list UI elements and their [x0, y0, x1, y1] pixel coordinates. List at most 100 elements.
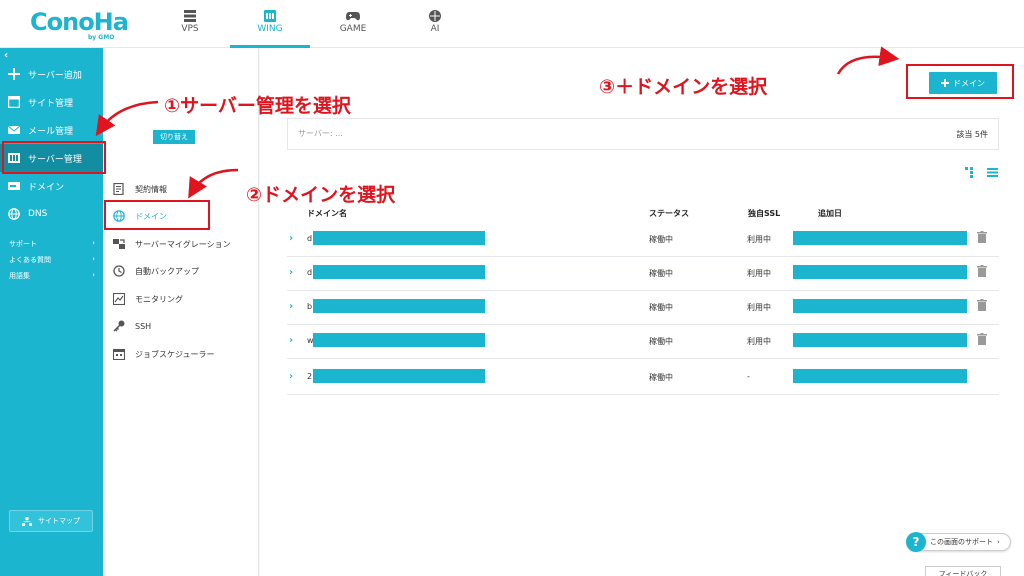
tab-vps[interactable]: VPS [150, 0, 230, 48]
plus-icon [8, 68, 20, 80]
sidebar-item-dns[interactable]: DNS [0, 200, 103, 228]
sitemap-label: サイトマップ [38, 517, 80, 525]
tree-view-icon[interactable] [965, 167, 973, 178]
ssl-cell: 利用中 [747, 337, 771, 346]
switch-server-button[interactable]: 切り替え [153, 130, 195, 144]
sidebar-item-add-server[interactable]: サーバー追加 [0, 60, 103, 88]
list-view-icon[interactable] [987, 168, 998, 177]
result-count: 該当 5件 [956, 130, 988, 139]
highlight-subnav-domain [104, 200, 210, 230]
ssl-cell: - [747, 372, 750, 381]
ssl-cell: 利用中 [747, 303, 771, 312]
subnav-item-monitoring[interactable]: モニタリング [113, 288, 253, 310]
monitoring-icon [113, 293, 125, 305]
tab-wing-label: WING [257, 24, 283, 34]
site-icon [8, 96, 20, 108]
subnav-item-label: 契約情報 [135, 184, 167, 194]
subnav-item-ssh[interactable]: SSH [113, 315, 253, 337]
chevron-right-icon: › [92, 239, 95, 247]
ai-brain-icon [429, 10, 441, 22]
sidebar-item-label: サーバー追加 [28, 70, 82, 81]
sidebar-link-support[interactable]: サポート › [9, 239, 95, 249]
expand-chevron-icon[interactable]: › [289, 335, 293, 346]
table-row[interactable]: › d 稼働中 利用中 [287, 223, 999, 257]
left-sidebar: ‹ サーバー追加 サイト管理 メール管理 サーバー管理 ドメイン DNS サポー… [0, 48, 103, 576]
page-support-button[interactable]: ? この画面のサポート › [906, 532, 1011, 552]
sidebar-link-faq[interactable]: よくある質問 › [9, 255, 95, 265]
sidebar-item-site-manage[interactable]: サイト管理 [0, 88, 103, 116]
status-cell: 稼働中 [649, 269, 673, 278]
tab-ai-label: AI [430, 24, 440, 34]
backup-icon [113, 265, 125, 277]
logo-sub: by GMO [88, 34, 115, 41]
tab-vps-label: VPS [181, 24, 199, 34]
tab-game-label: GAME [339, 24, 367, 34]
subnav-item-label: ジョブスケジューラー [135, 349, 215, 359]
chevron-right-icon: › [997, 538, 1000, 546]
trash-icon[interactable] [977, 265, 987, 277]
highlight-add-domain [906, 64, 1014, 99]
logo-text: ConoHa [30, 8, 129, 36]
redacted-date [793, 333, 967, 347]
expand-chevron-icon[interactable]: › [289, 371, 293, 382]
table-row[interactable]: › d 稼働中 利用中 [287, 257, 999, 291]
table-row[interactable]: › 2 稼働中 - [287, 361, 999, 395]
support-label: この画面のサポート [930, 538, 993, 546]
wing-icon [264, 10, 276, 22]
scheduler-icon [113, 348, 125, 360]
tab-game[interactable]: GAME [313, 0, 393, 48]
domain-icon [8, 182, 20, 190]
column-header-status[interactable]: ステータス [649, 208, 689, 219]
column-header-added-date[interactable]: 追加日 [818, 208, 842, 219]
server-filter-bar[interactable]: サーバー: ... 該当 5件 [287, 118, 999, 150]
trash-icon[interactable] [977, 333, 987, 345]
column-header-ssl[interactable]: 独自SSL [748, 208, 780, 219]
key-icon [113, 320, 125, 332]
trash-icon[interactable] [977, 231, 987, 243]
redacted-date [793, 231, 967, 245]
sidebar-item-label: メール管理 [28, 126, 74, 137]
subnav-item-label: モニタリング [135, 294, 183, 304]
subnav-item-scheduler[interactable]: ジョブスケジューラー [113, 343, 253, 365]
trash-icon[interactable] [977, 299, 987, 311]
gamepad-icon [346, 12, 360, 21]
sidebar-item-label: ドメイン [28, 182, 65, 193]
redacted-date [793, 299, 967, 313]
tab-wing[interactable]: WING [230, 0, 310, 48]
expand-chevron-icon[interactable]: › [289, 301, 293, 312]
expand-chevron-icon[interactable]: › [289, 233, 293, 244]
globe-icon [8, 208, 20, 220]
tab-ai[interactable]: AI [395, 0, 475, 48]
status-cell: 稼働中 [649, 303, 673, 312]
contract-icon [113, 183, 124, 195]
redacted-domain [313, 299, 485, 313]
subnav-item-label: 自動バックアップ [135, 266, 199, 276]
status-cell: 稼働中 [649, 337, 673, 346]
table-row[interactable]: › b 稼働中 利用中 [287, 291, 999, 325]
sidebar-item-domain[interactable]: ドメイン [0, 172, 103, 200]
column-header-domain[interactable]: ドメイン名 [307, 208, 347, 219]
subnav-item-contract[interactable]: 契約情報 [113, 178, 253, 200]
table-row[interactable]: › w 稼働中 利用中 [287, 325, 999, 359]
redacted-date [793, 369, 967, 383]
sidebar-link-label: 用語集 [9, 272, 30, 280]
sidebar-link-glossary[interactable]: 用語集 › [9, 271, 95, 281]
chevron-right-icon: › [92, 255, 95, 263]
expand-chevron-icon[interactable]: › [289, 267, 293, 278]
subnav-item-backup[interactable]: 自動バックアップ [113, 260, 253, 282]
domain-name-cell: d [307, 234, 313, 243]
server-icon [184, 10, 196, 22]
chevron-right-icon: › [92, 271, 95, 279]
sidebar-item-mail-manage[interactable]: メール管理 [0, 116, 103, 144]
redacted-domain [313, 333, 485, 347]
feedback-button[interactable]: フィードバック [925, 566, 1001, 576]
sitemap-button[interactable]: サイトマップ [9, 510, 93, 532]
migration-icon [113, 239, 125, 249]
server-subnav: 切り替え 契約情報 ドメイン サーバーマイグレーション 自動バックアップ モニタ… [103, 48, 259, 576]
sidebar-link-label: よくある質問 [9, 256, 51, 264]
highlight-server-manage [2, 141, 106, 174]
subnav-item-label: SSH [135, 321, 152, 331]
subnav-item-migration[interactable]: サーバーマイグレーション [113, 233, 253, 255]
annotation-step1: ①サーバー管理を選択 [164, 95, 351, 117]
conoha-logo[interactable]: ConoHa by GMO [30, 8, 129, 42]
